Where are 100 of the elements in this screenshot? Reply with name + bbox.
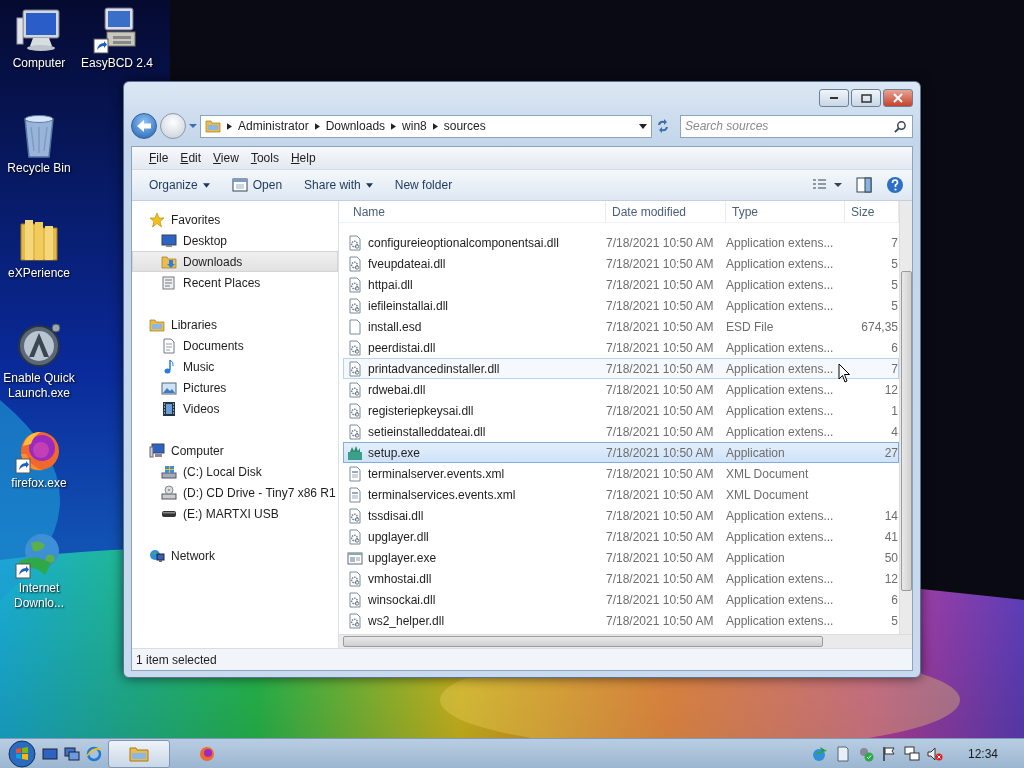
- nav-item[interactable]: (D:) CD Drive - Tiny7 x86 R1: [132, 482, 338, 503]
- help-icon[interactable]: [886, 176, 904, 194]
- file-row[interactable]: configureieoptionalcomponentsai.dll 7/18/2021 10:50 AM Application extens... 7: [343, 232, 899, 253]
- file-row[interactable]: setieinstalleddateai.dll 7/18/2021 10:50 AM Application extens... 4: [343, 421, 899, 442]
- desktop-icon-label[interactable]: firefox.exe: [11, 476, 67, 491]
- address-bar[interactable]: Administrator Downloads win8 sources: [200, 114, 652, 138]
- toolbar-button[interactable]: New folder: [385, 173, 462, 197]
- security-check-icon[interactable]: [857, 745, 874, 762]
- browser-icon[interactable]: [86, 745, 102, 762]
- breadcrumb-item[interactable]: win8: [402, 117, 427, 135]
- toolbar-button[interactable]: Organize: [140, 173, 219, 197]
- nav-item[interactable]: Desktop: [132, 230, 338, 251]
- nav-item[interactable]: Favorites: [132, 209, 338, 230]
- toolbar-button[interactable]: Open: [222, 173, 292, 197]
- document-icon[interactable]: [834, 745, 851, 762]
- nav-item[interactable]: Computer: [132, 440, 338, 461]
- menu-item[interactable]: View: [208, 149, 244, 167]
- file-name: terminalserver.events.xml: [368, 465, 505, 483]
- nav-item[interactable]: (E:) MARTXI USB: [132, 503, 338, 524]
- window-switch-icon[interactable]: [64, 746, 80, 761]
- star-icon: [149, 211, 165, 228]
- breadcrumb-item[interactable]: Administrator: [238, 117, 309, 135]
- file-row[interactable]: ws2_helper.dll 7/18/2021 10:50 AM Application extens... 5: [343, 610, 899, 631]
- menu-item[interactable]: File: [144, 149, 174, 167]
- launcher-icon[interactable]: [15, 321, 63, 369]
- file-row[interactable]: setup.exe 7/18/2021 10:50 AM Application 27: [343, 442, 899, 463]
- file-row[interactable]: httpai.dll 7/18/2021 10:50 AM Application extens... 5: [343, 274, 899, 295]
- nav-item[interactable]: Downloads: [132, 251, 338, 272]
- file-row[interactable]: terminalserver.events.xml 7/18/2021 10:50 AM XML Document: [343, 463, 899, 484]
- breadcrumb-arrow-icon[interactable]: [391, 122, 397, 130]
- desktop-icon-label[interactable]: eXPerience: [7, 266, 70, 281]
- horizontal-scrollbar[interactable]: [339, 634, 912, 648]
- file-row[interactable]: upglayer.exe 7/18/2021 10:50 AM Application 50: [343, 547, 899, 568]
- size-cell-text: 7: [890, 234, 898, 252]
- gear-file-icon: [347, 255, 363, 272]
- toolbar-button[interactable]: Share with: [295, 173, 382, 197]
- search-icon[interactable]: [894, 119, 907, 133]
- file-row[interactable]: tssdisai.dll 7/18/2021 10:50 AM Application extens... 14: [343, 505, 899, 526]
- nav-item[interactable]: Recent Places: [132, 272, 338, 293]
- file-row[interactable]: upglayer.dll 7/18/2021 10:50 AM Application extens... 41: [343, 526, 899, 547]
- search-field[interactable]: Search sources: [680, 114, 913, 138]
- file-row[interactable]: vmhostai.dll 7/18/2021 10:50 AM Application extens... 12: [343, 568, 899, 589]
- column-header[interactable]: Name: [339, 201, 606, 222]
- menu-item[interactable]: Tools: [245, 149, 284, 167]
- desktop-icon-label[interactable]: Computer: [12, 56, 66, 71]
- file-row[interactable]: registeriepkeysai.dll 7/18/2021 10:50 AM Application extens... 1: [343, 400, 899, 421]
- file-row[interactable]: peerdistai.dll 7/18/2021 10:50 AM Application extens... 6: [343, 337, 899, 358]
- file-row[interactable]: rdwebai.dll 7/18/2021 10:50 AM Application extens... 12: [343, 379, 899, 400]
- date-cell-text: 7/18/2021 10:50 AM: [606, 360, 715, 378]
- file-name: vmhostai.dll: [368, 570, 432, 588]
- nav-item[interactable]: Libraries: [132, 314, 338, 335]
- speaker-muted-icon[interactable]: [926, 745, 943, 762]
- nav-item[interactable]: Videos: [132, 398, 338, 419]
- file-row[interactable]: winsockai.dll 7/18/2021 10:50 AM Application extens... 6: [343, 589, 899, 610]
- breadcrumb-arrow-icon[interactable]: [314, 122, 320, 130]
- desktop-icon-label[interactable]: Enable Quick Launch.exe: [0, 371, 78, 401]
- nav-item[interactable]: Music: [132, 356, 338, 377]
- menu-item[interactable]: Help: [285, 149, 321, 167]
- start-button[interactable]: [8, 739, 36, 768]
- column-header[interactable]: Type: [726, 201, 845, 222]
- menu-item[interactable]: Edit: [175, 149, 207, 167]
- show-desktop-icon[interactable]: [42, 746, 58, 761]
- computer-icon[interactable]: [15, 6, 63, 54]
- breadcrumb-arrow-icon[interactable]: [432, 122, 438, 130]
- back-button[interactable]: [131, 113, 157, 139]
- gear-file-icon: [347, 402, 363, 419]
- column-header[interactable]: Date modified: [606, 201, 726, 222]
- minimize-button[interactable]: [819, 89, 849, 107]
- history-dropdown-icon[interactable]: [189, 123, 197, 129]
- date-cell-text: 7/18/2021 10:50 AM: [606, 318, 715, 336]
- breadcrumb-item[interactable]: sources: [443, 117, 486, 135]
- flag-icon[interactable]: [880, 745, 897, 762]
- window-icon: [231, 177, 248, 193]
- file-row[interactable]: install.esd 7/18/2021 10:50 AM ESD File 674,35: [343, 316, 899, 337]
- nav-item[interactable]: Documents: [132, 335, 338, 356]
- maximize-button[interactable]: [851, 89, 881, 107]
- vertical-scrollbar[interactable]: [899, 201, 912, 634]
- clock[interactable]: 12:34: [967, 744, 998, 763]
- forward-button[interactable]: [160, 113, 186, 139]
- nav-item[interactable]: Network: [132, 545, 338, 566]
- file-row[interactable]: printadvancedinstaller.dll 7/18/2021 10:50 AM Application extens... 7: [343, 358, 899, 379]
- desktop-icon-label[interactable]: EasyBCD 2.4: [81, 56, 153, 71]
- preview-pane-icon[interactable]: [856, 177, 872, 193]
- size-cell-text: 6: [890, 591, 898, 609]
- breadcrumb-item[interactable]: Downloads: [325, 117, 386, 135]
- desktop-icon-label[interactable]: Recycle Bin: [7, 161, 71, 176]
- nav-item[interactable]: (C:) Local Disk: [132, 461, 338, 482]
- file-row[interactable]: iefileinstallai.dll 7/18/2021 10:50 AM Application extens... 5: [343, 295, 899, 316]
- taskbar-button[interactable]: [108, 739, 170, 768]
- refresh-icon[interactable]: [655, 118, 671, 134]
- gear-file-icon: [347, 360, 363, 377]
- file-name: upglayer.dll: [368, 528, 429, 546]
- file-row[interactable]: terminalservices.events.xml 7/18/2021 10:50 AM XML Document: [343, 484, 899, 505]
- network-icon[interactable]: [903, 745, 920, 762]
- view-options-icon[interactable]: [812, 179, 842, 191]
- breadcrumb-arrow-icon[interactable]: [227, 122, 232, 130]
- file-row[interactable]: fveupdateai.dll 7/18/2021 10:50 AM Application extens... 5: [343, 253, 899, 274]
- nav-item[interactable]: Pictures: [132, 377, 338, 398]
- dropdown-arrow-icon[interactable]: [639, 123, 647, 129]
- close-button[interactable]: [883, 89, 913, 107]
